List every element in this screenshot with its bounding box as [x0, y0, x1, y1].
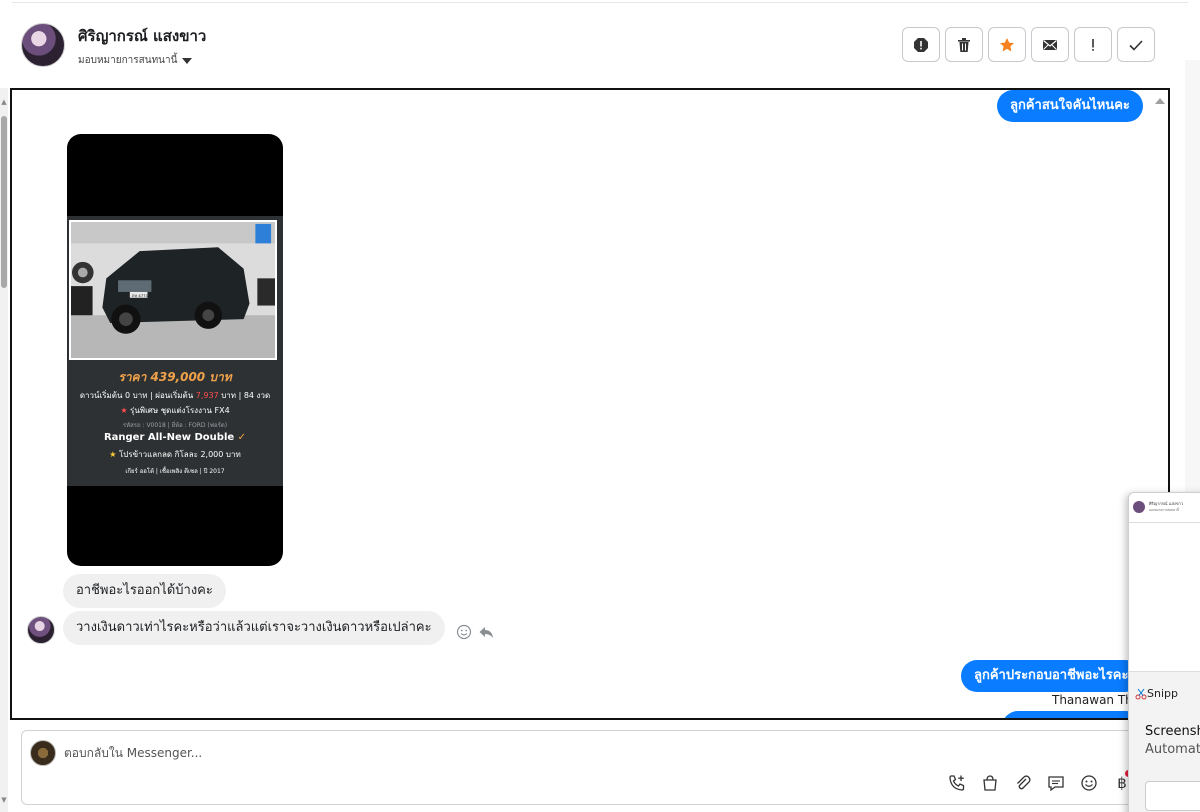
- car-promo: ★ โปรข้าวแลกลด กิโลละ 2,000 บาท: [67, 448, 283, 461]
- shop-button[interactable]: [980, 773, 1000, 793]
- verified-icon: ✓: [237, 432, 247, 443]
- envelope-icon: [1043, 39, 1057, 50]
- scrollbar-thumb[interactable]: [1, 116, 7, 288]
- assign-conversation-dropdown[interactable]: มอบหมายการสนทนานี้: [78, 53, 193, 68]
- scroll-up-arrow-icon[interactable]: ▲: [0, 98, 8, 106]
- promo-text: โปรข้าวแลกลด กิโลละ 2,000 บาท: [118, 450, 241, 459]
- contact-name[interactable]: ศิริญากรณ์ แสงขาว: [78, 24, 206, 48]
- trash-icon: [958, 37, 970, 52]
- quick-reply-icon: [1048, 776, 1064, 792]
- car-ad-image[interactable]: ภษ 4771 ราคา 439,000 บาท ดาวน์เริ่มต้น 0…: [67, 134, 283, 566]
- outgoing-message[interactable]: ลูกค้าสนใจคันไหนคะ: [997, 90, 1143, 122]
- scroll-up-arrow-icon[interactable]: [1155, 98, 1165, 104]
- incoming-message[interactable]: อาชีพอะไรออกได้บ้างคะ: [63, 574, 226, 608]
- baht-icon: ฿: [1117, 774, 1127, 792]
- car-code: รหัสรถ : V0018 | ยี่ห้อ : FORD (ฟอร์ด): [122, 422, 228, 429]
- car-photo: ภษ 4771: [69, 220, 277, 360]
- exclamation-icon: [1092, 38, 1094, 51]
- follow-up-button[interactable]: [1074, 27, 1112, 62]
- shopping-bag-icon: [983, 775, 997, 791]
- star-icon: [1000, 37, 1014, 51]
- composer-toolbar: ฿: [947, 773, 1132, 793]
- mark-spam-button[interactable]: [902, 27, 940, 62]
- message-composer: ฿: [21, 730, 1161, 805]
- car-financing: ดาวน์เริ่มต้น 0 บาท | ผ่อนเริ่มต้น 7,937…: [67, 389, 283, 402]
- financing-suffix: บาท | 84 งวด: [221, 391, 271, 400]
- sender-name: Thanawan Tho: [1052, 693, 1141, 707]
- pickup-truck-image: ภษ 4771: [71, 222, 275, 358]
- notification-title: Screensh: [1145, 724, 1200, 739]
- car-trim: ★ รุ่นพิเศษ ชุดแต่งโรงงาน FX4: [67, 404, 283, 417]
- screenshot-preview: ศิริญากรณ์ แสงขาว มอบหมายการสนทนานี้: [1129, 493, 1200, 523]
- car-ad-panel: ภษ 4771 ราคา 439,000 บาท ดาวน์เริ่มต้น 0…: [67, 216, 283, 486]
- emoji-icon: [1081, 775, 1097, 791]
- preview-title: ศิริญากรณ์ แสงขาว: [1149, 501, 1184, 506]
- attach-button[interactable]: [1013, 773, 1033, 793]
- car-model: Ranger All-New Double ✓: [67, 432, 283, 443]
- page-avatar: [30, 740, 56, 766]
- financing-prefix: ดาวน์เริ่มต้น 0 บาท | ผ่อนเริ่มต้น: [79, 391, 194, 400]
- scissors-icon: [1135, 688, 1147, 700]
- installment-amount: 7,937: [195, 391, 219, 400]
- license-plate: ภษ 4771: [132, 293, 149, 298]
- paperclip-icon: [1017, 775, 1031, 790]
- assign-label: มอบหมายการสนทนานี้: [78, 55, 178, 66]
- left-scrollbar[interactable]: ▲ ▼: [0, 88, 8, 812]
- spam-alert-icon: [914, 37, 928, 52]
- phone-add-button[interactable]: [947, 773, 967, 793]
- inbox-page: ▲ ▼ ศิริญากรณ์ แสงขาว มอบหมายการสนทนานี้: [0, 0, 1200, 812]
- phone-add-icon: [949, 775, 965, 791]
- quick-reply-button[interactable]: [1046, 773, 1066, 793]
- outgoing-message[interactable]: ลูกค้าประกอบอาชีพอะไรคะ: [961, 660, 1142, 692]
- check-icon: [1129, 39, 1143, 51]
- preview-avatar: [1133, 501, 1145, 513]
- reply-input[interactable]: [64, 740, 964, 766]
- notification-description: Automat: [1145, 742, 1200, 757]
- incoming-message[interactable]: วางเงินดาวเท่าไรคะหรือว่าแล้วแต่เราจะวาง…: [63, 611, 445, 645]
- conversation-toolbar: [902, 27, 1155, 62]
- contact-avatar[interactable]: [21, 23, 65, 67]
- snipping-tool-notification[interactable]: ศิริญากรณ์ แสงขาว มอบหมายการสนทนานี้ Sni…: [1128, 492, 1200, 812]
- reply-icon[interactable]: [478, 624, 494, 640]
- emoji-button[interactable]: [1079, 773, 1099, 793]
- mark-done-button[interactable]: [1117, 27, 1155, 62]
- trim-text: รุ่นพิเศษ ชุดแต่งโรงงาน FX4: [130, 406, 230, 415]
- notification-action-button[interactable]: [1145, 781, 1200, 811]
- preview-subtitle: มอบหมายการสนทนานี้: [1149, 508, 1179, 512]
- caret-down-icon: [182, 57, 193, 64]
- car-price: ราคา 439,000 บาท: [118, 370, 232, 384]
- emoji-react-icon[interactable]: [456, 624, 472, 640]
- scroll-down-arrow-icon[interactable]: ▼: [0, 796, 8, 804]
- car-specs: เกียร์ ออโต้ | เชื้อเพลิง ดีเซล | ปี 201…: [125, 468, 225, 475]
- delete-button[interactable]: [945, 27, 983, 62]
- message-actions: [456, 624, 494, 640]
- star-button[interactable]: [988, 27, 1026, 62]
- mark-unread-button[interactable]: [1031, 27, 1069, 62]
- app-name: Snipp: [1147, 687, 1178, 700]
- star-icon: ★: [120, 406, 128, 415]
- outgoing-message-partial[interactable]: [1002, 711, 1142, 718]
- star-icon: ★: [109, 450, 117, 459]
- message-thread[interactable]: ลูกค้าสนใจคันไหนคะ ภษ 4771 ราคา 439,000 …: [10, 88, 1170, 720]
- conversation-header: ศิริญากรณ์ แสงขาว มอบหมายการสนทนานี้: [10, 0, 1190, 88]
- model-text: Ranger All-New Double: [103, 432, 235, 443]
- contact-avatar-small[interactable]: [27, 616, 55, 644]
